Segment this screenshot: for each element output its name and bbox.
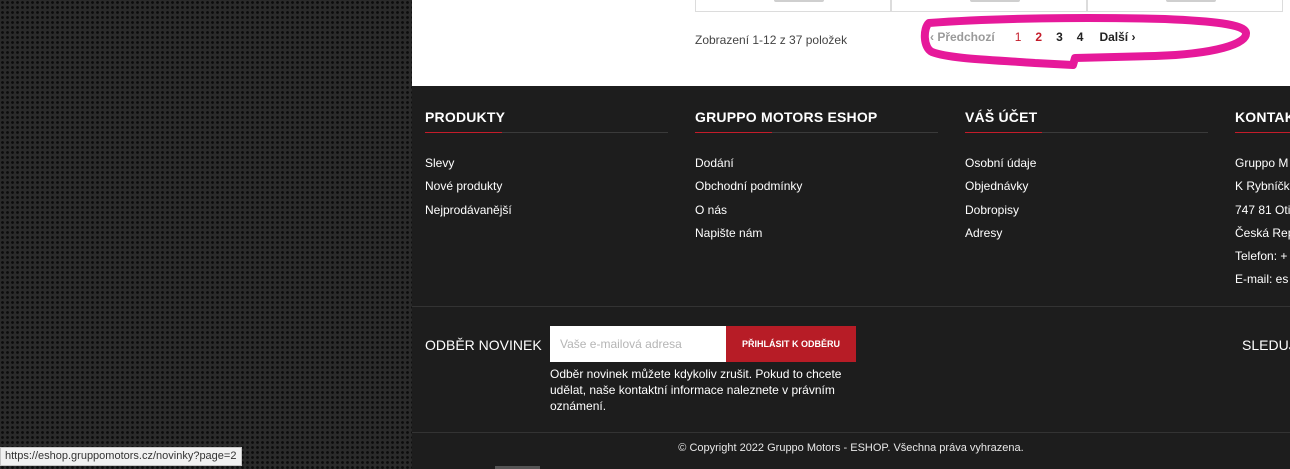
pagination-next[interactable]: Další ›: [1099, 30, 1135, 44]
newsletter-label: ODBĚR NOVINEK: [425, 337, 542, 353]
footer-divider: [412, 432, 1290, 433]
contact-city: 747 81 Otic: [1235, 202, 1290, 217]
footer-column-account: VÁŠ ÚČET Osobní údaje Objednávky Dobropi…: [965, 109, 1208, 245]
pagination-page-2-current: 2: [1035, 30, 1043, 44]
footer-link-about[interactable]: O nás: [695, 199, 938, 222]
stock-cell: [695, 0, 891, 12]
copyright-text: © Copyright 2022 Gruppo Motors - ESHOP. …: [678, 442, 1024, 454]
footer-link-addresses[interactable]: Adresy: [965, 222, 1208, 245]
pagination-page-4[interactable]: 4: [1077, 30, 1084, 44]
contact-phone: Telefon: +: [1235, 249, 1288, 264]
status-bar-url: https://eshop.gruppomotors.cz/novinky?pa…: [0, 447, 243, 466]
contact-country: Česká Rep: [1235, 225, 1290, 240]
newsletter-note: Odběr novinek můžete kdykoliv zrušit. Po…: [550, 367, 842, 413]
footer-column-contact: KONTAK Gruppo M K Rybníčk 747 81 Otic Če…: [1235, 109, 1290, 292]
newsletter-subscribe-button[interactable]: PŘIHLÁSIT K ODBĚRU: [726, 326, 856, 362]
footer-link-new-products[interactable]: Nové produkty: [425, 175, 668, 198]
footer-column-eshop: GRUPPO MOTORS ESHOP Dodání Obchodní podm…: [695, 109, 938, 245]
pagination: ‹ Předchozí 1 2 3 4 Další ›: [930, 30, 1149, 44]
stock-cell: [1087, 0, 1283, 12]
pagination-page-1[interactable]: 1: [1015, 30, 1022, 44]
footer-link-credit-slips[interactable]: Dobropisy: [965, 199, 1208, 222]
product-stock-row: [695, 0, 1283, 12]
footer-link-orders[interactable]: Objednávky: [965, 175, 1208, 198]
follow-us-label: SLEDUJ: [1242, 337, 1290, 353]
stock-cell: [891, 0, 1087, 12]
footer-column-products: PRODUKTY Slevy Nové produkty Nejprodávan…: [425, 109, 668, 222]
footer-divider: [412, 306, 1290, 307]
contact-street: K Rybníčk: [1235, 179, 1290, 194]
footer-link-personal-info[interactable]: Osobní údaje: [965, 152, 1208, 175]
contact-company: Gruppo M: [1235, 156, 1289, 170]
footer-column-title: VÁŠ ÚČET: [965, 109, 1208, 133]
pagination-previous[interactable]: ‹ Předchozí: [930, 30, 995, 44]
pagination-page-3[interactable]: 3: [1056, 30, 1063, 44]
footer-link-contact-us[interactable]: Napište nám: [695, 222, 938, 245]
footer-link-sale[interactable]: Slevy: [425, 152, 668, 175]
footer-column-title: KONTAK: [1235, 109, 1290, 133]
results-summary: Zobrazení 1-12 z 37 položek: [695, 33, 848, 47]
footer-column-title: GRUPPO MOTORS ESHOP: [695, 109, 938, 133]
newsletter-email-input[interactable]: [550, 326, 726, 362]
product-listing-area: [412, 0, 1290, 86]
contact-email: E-mail: es: [1235, 272, 1289, 287]
footer-column-title: PRODUKTY: [425, 109, 668, 133]
footer-link-terms[interactable]: Obchodní podmínky: [695, 175, 938, 198]
footer-link-bestsellers[interactable]: Nejprodávanější: [425, 199, 668, 222]
footer-link-delivery[interactable]: Dodání: [695, 152, 938, 175]
site-footer: PRODUKTY Slevy Nové produkty Nejprodávan…: [412, 86, 1290, 469]
